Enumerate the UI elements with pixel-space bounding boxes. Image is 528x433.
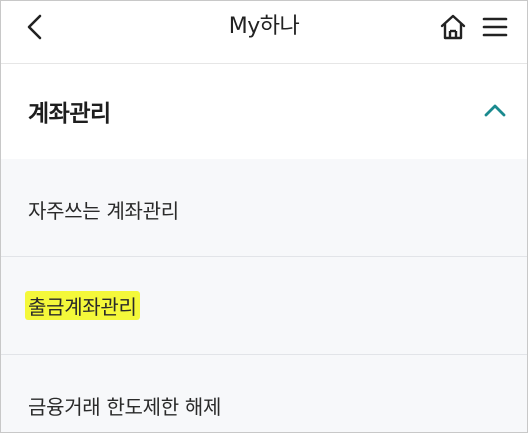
submenu-item-label: 자주쓰는 계좌관리 [28, 199, 179, 223]
hamburger-menu-icon [482, 17, 508, 37]
submenu-item-withdrawal-accounts[interactable]: 출금계좌관리 [1, 257, 527, 353]
app-frame: My하나 계좌관리 자주쓰는 계좌관리 출금계좌관리 금융거래 한도제한 해제 [0, 0, 528, 433]
section-submenu: 자주쓰는 계좌관리 출금계좌관리 금융거래 한도제한 해제 [1, 159, 527, 432]
home-icon [440, 14, 466, 40]
menu-button[interactable] [479, 11, 511, 43]
section-title: 계좌관리 [28, 101, 111, 127]
home-button[interactable] [437, 11, 469, 43]
submenu-item-transaction-limit-release[interactable]: 금융거래 한도제한 해제 [1, 355, 527, 432]
submenu-item-frequent-accounts[interactable]: 자주쓰는 계좌관리 [1, 159, 527, 255]
submenu-item-label: 금융거래 한도제한 해제 [28, 395, 222, 419]
top-header: My하나 [1, 1, 527, 64]
submenu-item-label: 출금계좌관리 [25, 291, 140, 320]
chevron-up-icon[interactable] [482, 100, 508, 120]
section-header-account-management[interactable]: 계좌관리 [1, 64, 527, 159]
